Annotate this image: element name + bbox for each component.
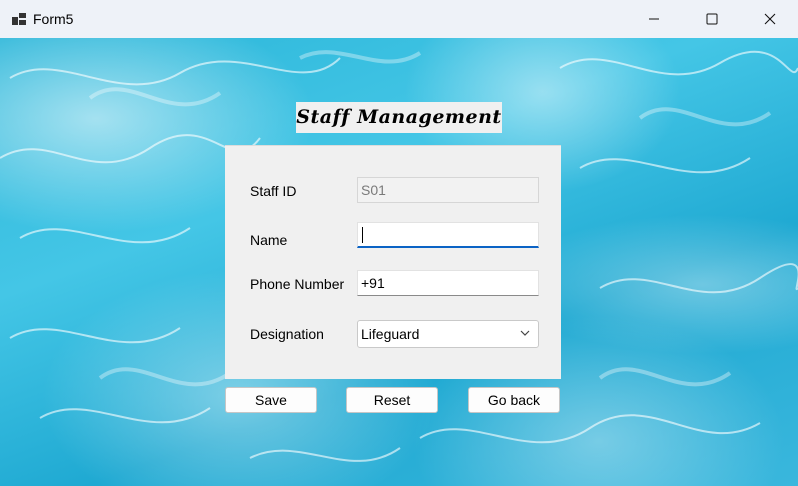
staff-id-value: S01 <box>361 182 386 198</box>
water-background: Staff Management Staff ID S01 Name Phone… <box>0 38 798 486</box>
maximize-button[interactable] <box>683 0 741 38</box>
title-bar[interactable]: Form5 <box>0 0 798 38</box>
name-input[interactable] <box>357 222 539 248</box>
form-window: Form5 Staff Management Staff ID S01 Name… <box>0 0 798 486</box>
window-title: Form5 <box>33 11 74 27</box>
designation-selected: Lifeguard <box>361 326 420 342</box>
close-icon <box>764 13 776 25</box>
chevron-down-icon <box>520 330 530 336</box>
save-button[interactable]: Save <box>225 387 317 413</box>
close-button[interactable] <box>741 0 798 38</box>
staff-form-panel: Staff ID S01 Name Phone Number +91 Desig… <box>225 145 561 379</box>
designation-label: Designation <box>250 326 324 342</box>
phone-number-label: Phone Number <box>250 276 345 292</box>
go-back-button[interactable]: Go back <box>468 387 560 413</box>
reset-button[interactable]: Reset <box>346 387 438 413</box>
designation-dropdown[interactable]: Lifeguard <box>357 320 539 348</box>
phone-number-input[interactable]: +91 <box>357 270 539 296</box>
app-icon <box>12 13 26 25</box>
staff-id-label: Staff ID <box>250 183 297 199</box>
name-label: Name <box>250 232 288 248</box>
maximize-icon <box>706 13 718 25</box>
staff-id-field: S01 <box>357 177 539 203</box>
page-title: Staff Management <box>296 102 502 133</box>
text-caret <box>362 227 363 243</box>
minimize-icon <box>649 18 659 20</box>
phone-number-value: +91 <box>361 275 385 291</box>
minimize-button[interactable] <box>625 0 683 38</box>
